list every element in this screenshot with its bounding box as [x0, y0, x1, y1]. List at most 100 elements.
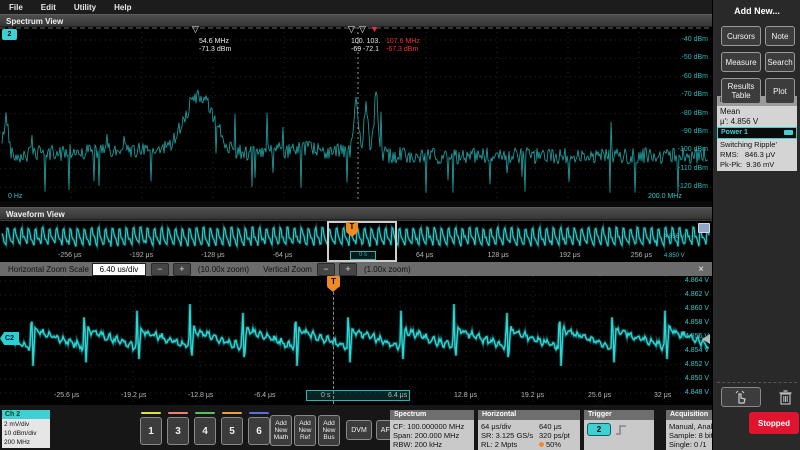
horizontal-zoom-scale-input[interactable] [92, 263, 146, 276]
horizontal-col1: 64 μs/div [481, 422, 539, 431]
overview-tick-label: -64 μs [273, 252, 293, 260]
spectrum-dbm-label: -90 dBm [682, 128, 708, 136]
overview-zoom-icon[interactable] [698, 223, 710, 233]
menu-help[interactable]: Help [105, 3, 140, 12]
main-volt-label: 4.860 V [685, 305, 709, 313]
horizontal-col2-text: 320 ps/pt [539, 431, 570, 440]
ch2-badge-line: 2 mV/div [4, 420, 48, 429]
spectrum-dbm-label: -80 dBm [682, 110, 708, 118]
add-new-label-line: New [298, 427, 311, 434]
trigger-badge[interactable]: Trigger 2 [584, 410, 654, 450]
channel-4-button[interactable]: 4 [194, 417, 216, 445]
trigger-badge-header: Trigger [584, 410, 654, 420]
horizontal-badge-row: SR: 3.125 GS/s320 ps/pt [481, 431, 577, 440]
main-volt-label: 4.862 V [685, 291, 709, 299]
channel-6-button[interactable]: 6 [248, 417, 270, 445]
sidebar-divider [717, 382, 797, 383]
expansion-point-icon [539, 442, 544, 447]
v-zoom-out-button[interactable]: − [317, 263, 335, 276]
h-zoom-out-button[interactable]: − [151, 263, 169, 276]
menu-bar: FileEditUtilityHelp [0, 0, 712, 15]
sidebar-cursors-button[interactable]: Cursors [721, 26, 761, 46]
channel-5-button[interactable]: 5 [221, 417, 243, 445]
horizontal-col2-text: 50% [546, 440, 561, 449]
overview-tick-label: -256 μs [58, 252, 82, 260]
horizontal-col2: 640 μs [539, 422, 562, 431]
main-trigger-flag[interactable]: T [327, 276, 340, 292]
add-new-ref-button[interactable]: AddNewRef [294, 415, 316, 446]
add-new-label-line: New [274, 427, 287, 434]
power1-badge[interactable]: Power 1 Switching Ripple' RMS: 846.3 μV … [717, 127, 797, 171]
main-tick-label: -25.6 μs [54, 392, 79, 400]
main-tick-label: 12.8 μs [454, 392, 477, 400]
add-new-label-line: New [322, 427, 335, 434]
sidebar-measure-button[interactable]: Measure [721, 52, 761, 72]
menu-edit[interactable]: Edit [32, 3, 65, 12]
spectrum-dbm-label: -100 dBm [678, 146, 708, 154]
overview-tick-label: -192 μs [130, 252, 154, 260]
vertical-zoom-label: Vertical Zoom [263, 265, 312, 274]
spectrum-trace-handle[interactable]: 2 [2, 29, 17, 40]
menu-utility[interactable]: Utility [65, 3, 105, 12]
v-zoom-in-button[interactable]: + [339, 263, 357, 276]
horizontal-badge-row: RL: 2 Mpts50% [481, 440, 577, 449]
stopped-button[interactable]: Stopped [749, 412, 799, 434]
power1-source-icon [784, 130, 793, 135]
horizontal-badge[interactable]: Horizontal 64 μs/div640 μsSR: 3.125 GS/s3… [478, 410, 580, 450]
spectrum-badge-body: CF: 100.000000 MHzSpan: 200.000 MHzRBW: … [390, 420, 474, 450]
add-new-label-line: Ref [300, 434, 310, 441]
marker-peak1-readout: 54.6 MHz -71.3 dBm [199, 38, 231, 54]
waveform-overview-strip[interactable]: T 0 s -256 μs-192 μs-128 μs-64 μs64 μs12… [0, 220, 712, 262]
dvm-button[interactable]: DVM [346, 420, 372, 440]
main-tick-label: 19.2 μs [521, 392, 544, 400]
trigger-badge-row: 2 [587, 423, 651, 436]
h-zoom-in-button[interactable]: + [173, 263, 191, 276]
channel-color-line [141, 412, 161, 414]
marker-r-icon[interactable]: ▼ [370, 25, 379, 34]
add-new-math-button[interactable]: AddNewMath [270, 415, 292, 446]
horizontal-badge-header: Horizontal [478, 410, 580, 420]
touch-mode-button[interactable] [721, 387, 761, 407]
spectrum-dbm-label: -110 dBm [678, 165, 708, 173]
sidebar-results-table-button[interactable]: Results Table [721, 78, 761, 104]
spectrum-badge-line: CF: 100.000000 MHz [393, 422, 471, 431]
spectrum-view-title[interactable]: Spectrum View [0, 14, 712, 27]
trigger-source-pill[interactable]: 2 [587, 423, 611, 436]
trash-button[interactable] [773, 387, 797, 407]
spectrum-badge[interactable]: SpectrumCF: 100.000000 MHzSpan: 200.000 … [390, 410, 474, 450]
add-new-label-line: Add [323, 420, 335, 427]
horizontal-col2: 320 ps/pt [539, 431, 570, 440]
overview-tick-label: 192 μs [559, 252, 580, 260]
h-zoom-factor-label: (10.00x zoom) [198, 265, 249, 274]
overview-trigger-flag[interactable]: T [346, 222, 358, 237]
add-new-label-line: Bus [323, 434, 334, 441]
close-zoom-bar-icon[interactable]: × [698, 264, 704, 275]
menu-file[interactable]: File [0, 3, 32, 12]
main-volt-label: 4.864 V [685, 277, 709, 285]
main-tick-label: 32 μs [654, 392, 671, 400]
marker-c-icon[interactable]: ▽ [359, 25, 366, 34]
marker-a-icon[interactable]: ▽ [192, 25, 199, 34]
overview-tick-label: 64 μs [416, 252, 433, 260]
ch2-badge-body: 2 mV/div10 dBm/div200 MHz [2, 419, 50, 448]
sidebar-note-button[interactable]: Note [765, 26, 795, 46]
horizontal-col1: SR: 3.125 GS/s [481, 431, 539, 440]
touch-hand-icon [734, 390, 748, 404]
trigger-slope-icon [615, 424, 627, 436]
main-waveform-plot[interactable]: T C2 -25.6 μs-19.2 μs-12.8 μs-6.4 μs0 s6… [0, 276, 712, 404]
sidebar-plot-button[interactable]: Plot [765, 78, 795, 104]
marker-b-icon[interactable]: ▽ [348, 25, 355, 34]
ch2-badge[interactable]: Ch 22 mV/div10 dBm/div200 MHz [2, 410, 50, 448]
add-new-bus-button[interactable]: AddNewBus [318, 415, 340, 446]
spectrum-plot[interactable]: 2 ▽ ▽ ▽ ▼ 54.6 MHz -71.3 dBm 100. 103. -… [0, 27, 712, 201]
channel-1-button[interactable]: 1 [140, 417, 162, 445]
sidebar-search-button[interactable]: Search [765, 52, 795, 72]
spectrum-badge-line: Span: 200.000 MHz [393, 431, 471, 440]
spectrum-badge-header: Spectrum [390, 410, 474, 420]
main-volt-label: 4.852 V [685, 361, 709, 369]
waveform-view-title[interactable]: Waveform View [0, 207, 712, 220]
v-zoom-factor-label: (1.00x zoom) [364, 265, 411, 274]
channel-3-button[interactable]: 3 [167, 417, 189, 445]
spectrum-freq-start-label: 0 Hz [8, 193, 22, 201]
main-volt-label: 4.856 V [685, 333, 709, 341]
